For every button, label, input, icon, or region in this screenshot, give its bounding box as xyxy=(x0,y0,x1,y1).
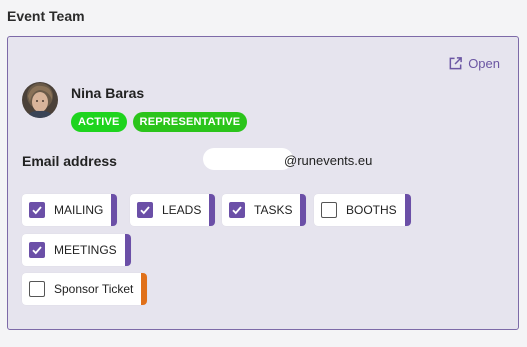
permission-label: LEADS xyxy=(162,203,202,217)
permission-label: MEETINGS xyxy=(54,243,117,257)
permission-label: MAILING xyxy=(54,203,104,217)
permission-mailing[interactable]: MAILING xyxy=(22,194,118,226)
checkbox-checked-icon[interactable] xyxy=(137,202,153,218)
permission-booths[interactable]: BOOTHS xyxy=(314,194,411,226)
email-value: @runevents.eu xyxy=(284,153,373,168)
permission-label: BOOTHS xyxy=(346,203,397,217)
section-title: Event Team xyxy=(7,8,85,24)
permission-label: TASKS xyxy=(254,203,293,217)
status-badge-active: ACTIVE xyxy=(71,112,127,132)
checkbox-unchecked-icon[interactable] xyxy=(29,281,45,297)
team-member-card: Open Nina Baras ACTIVE REPRESENTATIVE Em… xyxy=(7,36,519,330)
badge-group: ACTIVE REPRESENTATIVE xyxy=(71,112,248,132)
permission-tasks[interactable]: TASKS xyxy=(222,194,307,226)
permission-meetings[interactable]: MEETINGS xyxy=(22,234,131,266)
permission-leads[interactable]: LEADS xyxy=(130,194,216,226)
checkbox-checked-icon[interactable] xyxy=(29,202,45,218)
member-name: Nina Baras xyxy=(71,85,145,101)
status-badge-representative: REPRESENTATIVE xyxy=(132,112,248,132)
open-button[interactable]: Open xyxy=(448,56,500,71)
checkbox-unchecked-icon[interactable] xyxy=(321,202,337,218)
email-label: Email address xyxy=(22,153,117,169)
open-label: Open xyxy=(468,56,500,71)
checkbox-checked-icon[interactable] xyxy=(229,202,245,218)
email-redaction xyxy=(203,148,293,170)
avatar xyxy=(22,82,58,118)
permission-sponsor-ticket[interactable]: Sponsor Ticket xyxy=(22,273,148,305)
permission-label: Sponsor Ticket xyxy=(54,282,134,296)
checkbox-checked-icon[interactable] xyxy=(29,242,45,258)
external-link-icon xyxy=(448,56,463,71)
